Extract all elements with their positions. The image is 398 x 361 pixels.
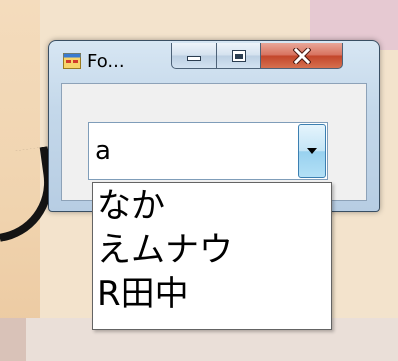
desktop-wallpaper-corner [0, 318, 26, 361]
dropdown-arrow-icon [307, 148, 317, 154]
minimize-button[interactable] [171, 43, 217, 69]
minimize-icon [187, 55, 201, 61]
dropdown-option[interactable]: えムナウ [93, 229, 331, 271]
desktop: Fo... a なか えムナウ R田中 [0, 0, 398, 361]
combobox-input[interactable] [95, 133, 295, 169]
app-window-icon [63, 53, 81, 69]
window-title: Fo... [87, 51, 125, 72]
combobox[interactable] [88, 122, 328, 180]
caption-buttons [171, 43, 343, 71]
maximize-button[interactable] [217, 43, 261, 69]
dropdown-option[interactable]: R田中 [93, 273, 331, 315]
close-icon [292, 47, 311, 64]
dropdown-option[interactable]: なか [93, 185, 331, 227]
combobox-dropdown-list: なか えムナウ R田中 [92, 182, 332, 330]
maximize-icon [231, 49, 246, 62]
close-button[interactable] [261, 43, 343, 69]
combobox-dropdown-button[interactable] [298, 124, 326, 178]
title-bar[interactable]: Fo... [49, 41, 379, 83]
